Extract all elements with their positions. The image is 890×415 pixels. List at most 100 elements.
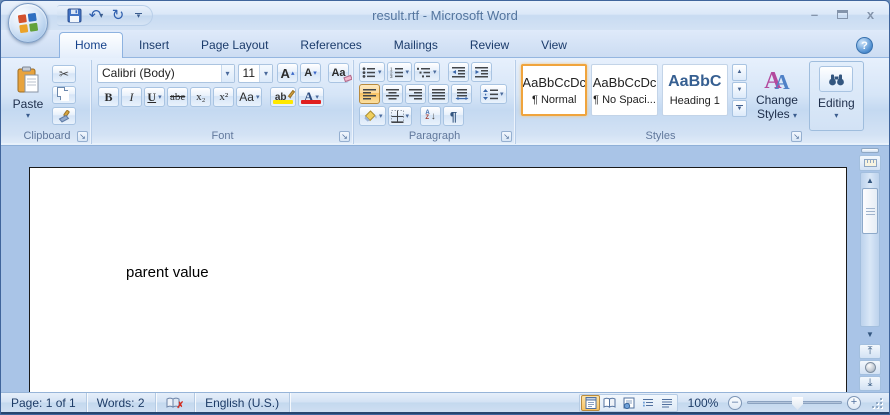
view-ruler-button[interactable] xyxy=(859,155,881,171)
paste-button[interactable]: Paste ▾ xyxy=(7,62,49,130)
styles-scroll-up-button[interactable]: ▲ xyxy=(731,64,747,81)
paragraph-dialog-launcher[interactable]: ↘ xyxy=(501,131,512,142)
font-size-combobox[interactable]: 11 ▾ xyxy=(237,63,273,83)
italic-button[interactable]: I xyxy=(121,87,142,107)
print-layout-view-button[interactable] xyxy=(581,394,600,411)
change-styles-line2: Styles ▾ xyxy=(756,107,797,121)
paste-dropdown-icon[interactable]: ▾ xyxy=(26,111,30,120)
tab-view[interactable]: View xyxy=(525,32,583,58)
scroll-up-button[interactable]: ▲ xyxy=(866,174,874,187)
scroll-down-button[interactable]: ▼ xyxy=(866,328,874,341)
draft-view-button[interactable] xyxy=(657,395,676,411)
tab-mailings[interactable]: Mailings xyxy=(378,32,454,58)
decrease-indent-icon xyxy=(451,66,465,77)
chevron-down-icon[interactable]: ▾ xyxy=(259,64,272,82)
bold-button[interactable]: B xyxy=(98,87,119,107)
tab-references[interactable]: References xyxy=(284,32,377,58)
align-right-button[interactable] xyxy=(405,84,426,104)
sort-button[interactable]: AZ ↓ xyxy=(420,106,442,126)
font-group-label: Font xyxy=(211,130,234,142)
justify-button[interactable] xyxy=(428,84,449,104)
font-group: Calibri (Body) ▾ 11 ▾ A ▴ A ▾ Aa B I U ▾ abe … xyxy=(91,60,353,144)
document-page[interactable]: parent value xyxy=(29,167,847,392)
minimize-button[interactable]: – xyxy=(806,7,823,22)
change-styles-button[interactable]: AA Change Styles ▾ xyxy=(751,64,803,124)
change-styles-icon: AA xyxy=(764,68,790,94)
close-button[interactable]: x xyxy=(862,7,879,22)
align-center-button[interactable] xyxy=(382,84,403,104)
word-count-status[interactable]: Words: 2 xyxy=(87,393,156,412)
help-button[interactable]: ? xyxy=(856,37,873,54)
tab-insert[interactable]: Insert xyxy=(123,32,185,58)
editing-button[interactable]: Editing ▾ xyxy=(809,61,864,131)
full-screen-reading-view-button[interactable] xyxy=(600,395,619,411)
format-painter-button[interactable] xyxy=(52,107,76,125)
resize-grip[interactable] xyxy=(871,397,883,409)
borders-button[interactable]: ▾ xyxy=(387,106,413,126)
paragraph-group-label: Paragraph xyxy=(408,130,461,142)
zoom-in-button[interactable]: + xyxy=(847,395,861,410)
tab-page-layout[interactable]: Page Layout xyxy=(185,32,284,58)
zoom-out-button[interactable]: – xyxy=(728,395,742,410)
bullets-button[interactable]: ▾ xyxy=(359,62,385,82)
style-preview: AaBbCcDc xyxy=(522,74,586,90)
zoom-level[interactable]: 100% xyxy=(686,396,720,410)
previous-page-button[interactable]: ⤒ xyxy=(859,344,881,359)
tab-home[interactable]: Home xyxy=(59,32,124,58)
clipboard-dialog-launcher[interactable]: ↘ xyxy=(77,131,88,142)
styles-group: AaBbCcDc ¶ Normal AaBbCcDc ¶ No Spaci...… xyxy=(515,60,805,144)
page-count-status[interactable]: Page: 1 of 1 xyxy=(1,393,87,412)
office-logo-icon xyxy=(17,12,39,34)
change-case-button[interactable]: Aa ▾ xyxy=(236,87,263,107)
scrollbar-track[interactable]: ▲ xyxy=(860,172,880,327)
line-spacing-button[interactable]: ▾ xyxy=(480,84,507,104)
zoom-slider-thumb[interactable] xyxy=(792,397,803,410)
split-handle[interactable] xyxy=(861,148,879,153)
view-shortcuts xyxy=(579,393,678,412)
styles-more-button[interactable]: ▼ xyxy=(731,100,747,117)
styles-dialog-launcher[interactable]: ↘ xyxy=(791,131,802,142)
distributed-button[interactable] xyxy=(451,84,472,104)
shading-bucket-icon xyxy=(364,110,377,122)
increase-indent-button[interactable] xyxy=(470,62,492,82)
ribbon-tab-row: Home Insert Page Layout References Maili… xyxy=(1,30,889,58)
font-name-combobox[interactable]: Calibri (Body) ▾ xyxy=(97,63,235,83)
numbering-button[interactable]: 123 ▾ xyxy=(386,62,413,82)
copy-button[interactable] xyxy=(52,86,76,104)
show-hide-pilcrow-button[interactable]: ¶ xyxy=(443,106,465,126)
underline-button[interactable]: U ▾ xyxy=(144,87,165,107)
subscript-button[interactable]: x₂ xyxy=(190,87,212,107)
styles-scroll-down-button[interactable]: ▼ xyxy=(731,82,747,99)
font-color-button[interactable]: A ▾ xyxy=(298,87,325,107)
text-highlight-button[interactable]: ab ▾ xyxy=(270,87,297,107)
strikethrough-button[interactable]: abe xyxy=(167,87,189,107)
document-text[interactable]: parent value xyxy=(126,264,209,281)
web-layout-view-button[interactable] xyxy=(619,395,638,411)
style-normal[interactable]: AaBbCcDc ¶ Normal xyxy=(521,64,588,116)
font-dialog-launcher[interactable]: ↘ xyxy=(339,131,350,142)
spellcheck-status[interactable]: ✗ xyxy=(156,393,196,412)
next-page-button[interactable]: ⤓ xyxy=(859,376,881,391)
office-button[interactable] xyxy=(8,3,48,43)
grow-font-button[interactable]: A ▴ xyxy=(277,63,298,83)
scrollbar-thumb[interactable] xyxy=(862,188,878,234)
tab-review[interactable]: Review xyxy=(454,32,525,58)
chevron-down-icon[interactable]: ▾ xyxy=(220,64,234,82)
language-status[interactable]: English (U.S.) xyxy=(195,393,291,412)
shading-button[interactable]: ▾ xyxy=(359,106,386,126)
maximize-button[interactable] xyxy=(834,7,851,22)
clear-formatting-button[interactable]: Aa xyxy=(328,63,353,83)
underline-dropdown-icon[interactable]: ▾ xyxy=(158,93,162,101)
align-left-button[interactable] xyxy=(359,84,380,104)
select-browse-object-button[interactable] xyxy=(859,360,881,375)
decrease-indent-button[interactable] xyxy=(447,62,469,82)
zoom-slider-track[interactable] xyxy=(747,397,842,410)
shrink-font-button[interactable]: A ▾ xyxy=(300,63,321,83)
multilevel-list-button[interactable]: ▾ xyxy=(414,62,440,82)
underline-icon: U xyxy=(147,89,157,104)
superscript-button[interactable]: x² xyxy=(213,87,235,107)
outline-view-button[interactable] xyxy=(638,395,657,411)
cut-button[interactable]: ✂ xyxy=(52,65,76,83)
style-no-spacing[interactable]: AaBbCcDc ¶ No Spaci... xyxy=(591,64,658,116)
style-heading1[interactable]: AaBbC Heading 1 xyxy=(661,64,728,116)
